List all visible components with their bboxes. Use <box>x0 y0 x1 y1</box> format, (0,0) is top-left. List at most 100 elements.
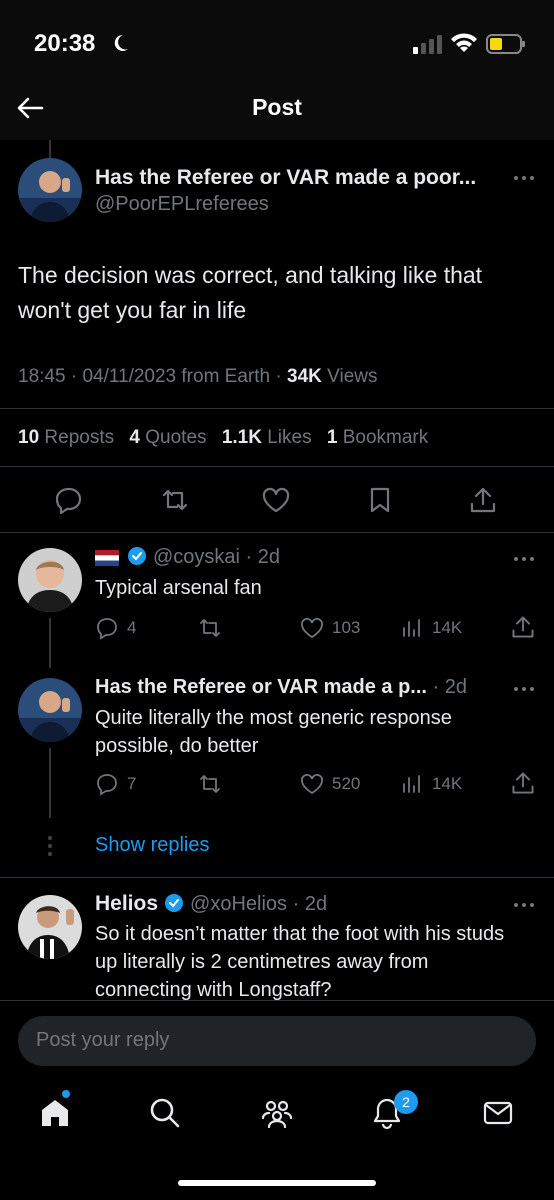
wifi-icon <box>451 33 477 52</box>
reply-icon <box>97 618 117 640</box>
reply-handle[interactable]: @xoHelios <box>190 893 287 915</box>
post-stats: 10 Reposts 4 Quotes 1.1K Likes 1 Bookmar… <box>18 427 438 449</box>
avatar-referee[interactable] <box>18 158 82 222</box>
more-options-icon[interactable] <box>512 555 536 563</box>
bookmarks-count: 1 <box>326 427 338 448</box>
more-options-icon[interactable] <box>512 174 536 182</box>
like-heart-icon[interactable] <box>261 485 291 515</box>
reply-button[interactable]: 4 <box>95 616 136 640</box>
reply-text: Quite literally the most generic respons… <box>95 707 452 757</box>
likes-label: Likes <box>267 427 312 448</box>
reply-age: 2d <box>444 676 467 698</box>
view-count: 14K <box>432 774 463 793</box>
views-count: 34K <box>287 366 322 387</box>
divider <box>0 408 554 409</box>
reposts-label: Reposts <box>44 427 115 448</box>
views-chart-icon <box>403 619 420 637</box>
reply-header: @coyskai · 2d <box>95 546 280 569</box>
header: Post <box>0 84 554 140</box>
share-icon[interactable] <box>510 614 536 640</box>
show-replies-link[interactable]: Show replies <box>95 834 210 857</box>
reposts-count: 10 <box>18 427 40 448</box>
reply-button[interactable]: 7 <box>95 772 136 796</box>
like-button[interactable]: 520 <box>300 772 360 796</box>
quotes-label: Quotes <box>145 427 207 448</box>
reposts-stat[interactable]: 10 Reposts <box>18 427 114 448</box>
moon-icon <box>114 34 128 51</box>
avatar-referee[interactable] <box>18 678 82 742</box>
quotes-count: 4 <box>129 427 140 448</box>
reply-author-name-text: Has the Referee or VAR made a p... <box>95 676 427 698</box>
repost-icon <box>200 619 220 637</box>
repost-icon <box>200 775 220 793</box>
post-meta: 18:45 · 04/11/2023 from Earth · 34K View… <box>18 366 378 387</box>
bookmarks-label: Bookmark <box>342 427 429 448</box>
avatar-helios[interactable] <box>18 895 82 959</box>
divider <box>0 466 554 467</box>
reply-text: So it doesn’t matter that the foot with … <box>95 923 505 1001</box>
avatar-coyskai[interactable] <box>18 548 82 612</box>
referee-avatar-image <box>18 158 82 222</box>
reply-placeholder: Post your reply <box>36 1029 170 1051</box>
battery-icon <box>486 34 525 54</box>
thread-ellipsis-icon <box>48 836 52 856</box>
reply-count: 7 <box>127 774 137 793</box>
bookmark-icon[interactable] <box>365 485 395 515</box>
author-handle[interactable]: @PoorEPLreferees <box>95 193 269 216</box>
messages-envelope-icon[interactable] <box>481 1096 515 1130</box>
quotes-stat[interactable]: 4 Quotes <box>129 427 206 448</box>
reply-author-row: Helios @xoHelios · 2d <box>95 892 328 915</box>
repost-button[interactable] <box>198 616 230 640</box>
like-heart-icon <box>301 774 323 795</box>
home-indicator[interactable] <box>178 1180 376 1186</box>
divider <box>0 1000 554 1001</box>
communities-icon[interactable] <box>260 1096 294 1130</box>
divider <box>0 877 554 878</box>
thread-connector <box>49 618 51 668</box>
home-notification-dot <box>62 1090 70 1098</box>
reply-age: 2d <box>257 546 281 568</box>
views-label: Views <box>327 366 378 387</box>
divider <box>0 532 554 533</box>
more-options-icon[interactable] <box>512 901 536 909</box>
likes-stat[interactable]: 1.1K Likes <box>222 427 312 448</box>
post-text: The decision was correct, and talking li… <box>18 262 483 323</box>
view-count: 14K <box>432 618 463 637</box>
views-chart-icon <box>403 775 420 793</box>
reply-icon <box>97 774 117 796</box>
share-icon[interactable] <box>468 485 498 515</box>
thread-connector <box>49 748 51 818</box>
thread-connector <box>49 140 51 158</box>
like-count: 103 <box>332 618 361 637</box>
cellular-signal-icon <box>413 35 442 54</box>
views-button[interactable]: 14K <box>400 616 462 640</box>
reply-icon[interactable] <box>54 485 84 515</box>
reply-author-name[interactable]: Helios <box>95 892 158 915</box>
views-button[interactable]: 14K <box>400 772 462 796</box>
share-icon[interactable] <box>510 770 536 796</box>
repost-icon[interactable] <box>160 485 190 515</box>
author-name[interactable]: Has the Referee or VAR made a poor... <box>95 166 476 190</box>
netherlands-flag-icon <box>95 549 119 566</box>
page-title: Post <box>252 94 302 120</box>
like-button[interactable]: 103 <box>300 616 360 640</box>
status-bar: 20:38 <box>0 0 554 84</box>
post-source: from Earth <box>181 366 271 387</box>
reply-text: Typical arsenal fan <box>95 577 262 599</box>
search-icon[interactable] <box>148 1096 182 1130</box>
reply-handle[interactable]: @coyskai <box>153 546 240 568</box>
repost-button[interactable] <box>198 772 230 796</box>
reply-input[interactable]: Post your reply <box>18 1016 536 1066</box>
likes-count: 1.1K <box>221 427 262 448</box>
status-time: 20:38 <box>34 30 96 57</box>
like-heart-icon <box>301 618 323 639</box>
bookmarks-stat[interactable]: 1 Bookmark <box>327 427 428 448</box>
more-options-icon[interactable] <box>512 685 536 693</box>
reply-author-name[interactable]: Has the Referee or VAR made a p... · 2d <box>95 676 467 699</box>
home-icon[interactable] <box>38 1096 72 1130</box>
helios-avatar-image <box>18 895 82 959</box>
post-date: 04/11/2023 <box>82 366 177 387</box>
verified-badge-icon <box>128 547 146 565</box>
notifications-badge: 2 <box>394 1090 418 1114</box>
reply-age: 2d <box>304 893 328 915</box>
